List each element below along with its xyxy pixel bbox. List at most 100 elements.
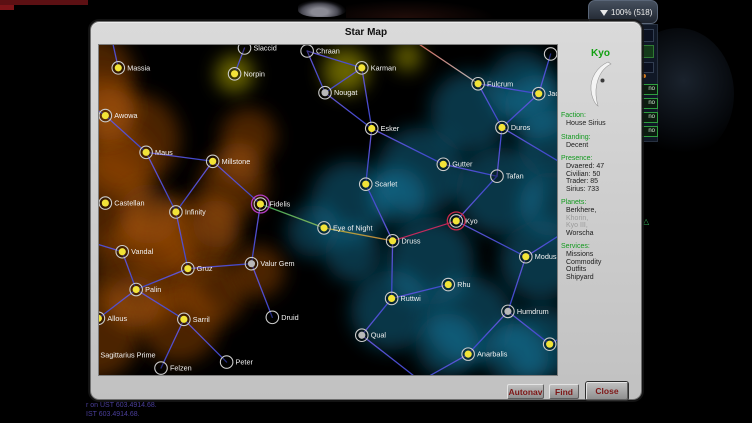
services-list: MissionsCommodityOutfitsShipyard bbox=[561, 251, 640, 281]
system-label: Norpin bbox=[244, 69, 265, 78]
map-system-sagittarius-prime[interactable]: Sagittarius Prime bbox=[98, 349, 156, 362]
system-label: Jac bbox=[548, 89, 558, 98]
map-system-qual[interactable]: Qual bbox=[356, 329, 387, 342]
map-system-tafan[interactable]: Tafan bbox=[491, 170, 524, 183]
standing-value: Decent bbox=[561, 142, 640, 150]
system-label: Tafan bbox=[506, 172, 524, 181]
system-label: Nougat bbox=[334, 88, 357, 97]
map-system-peter[interactable]: Peter bbox=[220, 356, 253, 369]
map-system-gutter[interactable]: Gutter bbox=[437, 158, 473, 171]
services-section: Services: MissionsCommodityOutfitsShipya… bbox=[561, 243, 640, 281]
hud-red-bar-small bbox=[0, 5, 14, 10]
system-label: Allous bbox=[107, 314, 127, 323]
map-system-rhu[interactable]: Rhu bbox=[442, 278, 471, 291]
planet-item: Kyo III, bbox=[561, 222, 640, 230]
message-log: r on UST 603.4914.68. IST 603.4914.68. bbox=[86, 402, 157, 419]
system-label: Qual bbox=[371, 331, 387, 340]
caret-down-icon bbox=[600, 10, 608, 16]
map-system-awowa[interactable]: Awowa bbox=[99, 109, 138, 122]
map-system-druid[interactable]: Druid bbox=[266, 311, 299, 324]
service-item: Outfits bbox=[561, 266, 640, 274]
log-line: IST 603.4914.68. bbox=[86, 411, 157, 420]
system-label: Fulcrum bbox=[487, 79, 513, 88]
presence-list: Dvaered: 47Civilian: 50Trader: 85Sirius:… bbox=[561, 163, 640, 193]
map-system-castellan[interactable]: Castellan bbox=[99, 197, 144, 210]
map-system-scarlet[interactable]: Scarlet bbox=[360, 178, 398, 191]
side-slot bbox=[640, 62, 654, 73]
map-system-palin[interactable]: Palin bbox=[130, 283, 161, 296]
map-system-modus-m[interactable]: Modus M bbox=[520, 250, 558, 263]
map-system-vandal[interactable]: Vandal bbox=[116, 245, 154, 258]
system-label: Modus M bbox=[535, 252, 558, 261]
find-button[interactable]: Find bbox=[549, 384, 579, 399]
sirius-faction-logo-icon bbox=[588, 61, 614, 107]
standing-section: Standing: Decent bbox=[561, 134, 640, 150]
system-label: Chraan bbox=[316, 46, 340, 55]
service-item: Shipyard bbox=[561, 274, 640, 282]
planets-section: Planets: Berkhere,Khorin,Kyo III,Worscha bbox=[561, 199, 640, 237]
system-label: Castellan bbox=[114, 199, 144, 208]
presence-item: Sirius: 733 bbox=[561, 186, 640, 194]
system-label: Kyo bbox=[465, 216, 478, 225]
map-system-nougat[interactable]: Nougat bbox=[319, 86, 358, 99]
map-system-ruttwi[interactable]: Ruttwi bbox=[385, 292, 421, 305]
map-system-felzen[interactable]: Felzen bbox=[155, 362, 192, 375]
map-system-millstone[interactable]: Millstone bbox=[206, 155, 250, 168]
faction-value: House Sirius bbox=[561, 120, 640, 128]
system-label: Infinity bbox=[185, 207, 206, 216]
planets-list: Berkhere,Khorin,Kyo III,Worscha bbox=[561, 207, 640, 237]
planet-item: Khorin, bbox=[561, 215, 640, 223]
autonav-button[interactable]: Autonav bbox=[507, 384, 544, 399]
indicator-dot bbox=[642, 74, 646, 78]
map-system-infinity[interactable]: Infinity bbox=[170, 206, 207, 219]
map-system-esker[interactable]: Esker bbox=[365, 122, 399, 135]
system-label: Rhu bbox=[457, 280, 470, 289]
map-system-allous[interactable]: Allous bbox=[98, 312, 127, 325]
presence-item: Civilian: 50 bbox=[561, 171, 640, 179]
presence-item: Dvaered: 47 bbox=[561, 163, 640, 171]
system-label: Valur Gem bbox=[260, 259, 294, 268]
map-system-jac-north[interactable] bbox=[544, 48, 557, 61]
station-sprite bbox=[298, 0, 346, 17]
services-label: Services: bbox=[561, 243, 640, 251]
system-label: Esker bbox=[381, 124, 400, 133]
system-info-panel: Kyo Faction: House Sirius Standing: Dece… bbox=[561, 48, 640, 287]
map-system-eye-of-night[interactable]: Eye of Night bbox=[318, 222, 373, 235]
service-item: Commodity bbox=[561, 259, 640, 267]
map-system-norpin[interactable]: Norpin bbox=[228, 68, 265, 81]
system-label: Humdrum bbox=[517, 307, 549, 316]
faction-section: Faction: House Sirius bbox=[561, 112, 640, 128]
game-screen: 100% (518) nononono △ r on UST 603.4914.… bbox=[0, 0, 752, 423]
map-system-humdrum[interactable]: Humdrum bbox=[502, 305, 549, 318]
map-system-anarbalis[interactable]: Anarbalis bbox=[462, 348, 508, 361]
system-label: Druss bbox=[402, 236, 421, 245]
system-label: Felzen bbox=[170, 364, 192, 373]
planet-item: Worscha bbox=[561, 230, 640, 238]
presence-label: Presence: bbox=[561, 155, 640, 163]
map-system-chraan[interactable]: Chraan bbox=[301, 45, 340, 58]
map-system-karman[interactable]: Karman bbox=[356, 62, 397, 75]
system-label: Palin bbox=[145, 285, 161, 294]
star-map-svg[interactable]: Massia Slaccid Norpin Chraan Karman Nougat Awo… bbox=[98, 44, 558, 376]
system-label: Duros bbox=[511, 123, 531, 132]
window-title: Star Map bbox=[91, 27, 641, 38]
map-system-maus[interactable]: Maus bbox=[140, 146, 173, 159]
system-label: Anarbalis bbox=[477, 350, 508, 359]
map-system-valur-gem[interactable]: Valur Gem bbox=[245, 257, 294, 270]
map-system-sarril[interactable]: Sarril bbox=[178, 313, 211, 326]
system-label: Eye of Night bbox=[333, 223, 373, 232]
map-system-duros[interactable]: Duros bbox=[496, 121, 531, 134]
system-label: Gruz bbox=[197, 264, 213, 273]
close-button[interactable]: Close bbox=[586, 382, 628, 400]
map-system-massia[interactable]: Massia bbox=[112, 62, 151, 75]
map-system-gruz[interactable]: Gruz bbox=[182, 262, 213, 275]
system-label: Peter bbox=[236, 358, 254, 367]
system-label: Slaccid bbox=[253, 44, 276, 52]
log-line: r on UST 603.4914.68. bbox=[86, 402, 157, 411]
presence-section: Presence: Dvaered: 47Civilian: 50Trader:… bbox=[561, 155, 640, 193]
system-label: Massia bbox=[127, 63, 151, 72]
system-label: Druid bbox=[281, 313, 298, 322]
map-system-druss[interactable]: Druss bbox=[386, 235, 421, 248]
map-system-edge-se[interactable] bbox=[543, 338, 556, 351]
map-system-fulcrum[interactable]: Fulcrum bbox=[472, 78, 513, 91]
